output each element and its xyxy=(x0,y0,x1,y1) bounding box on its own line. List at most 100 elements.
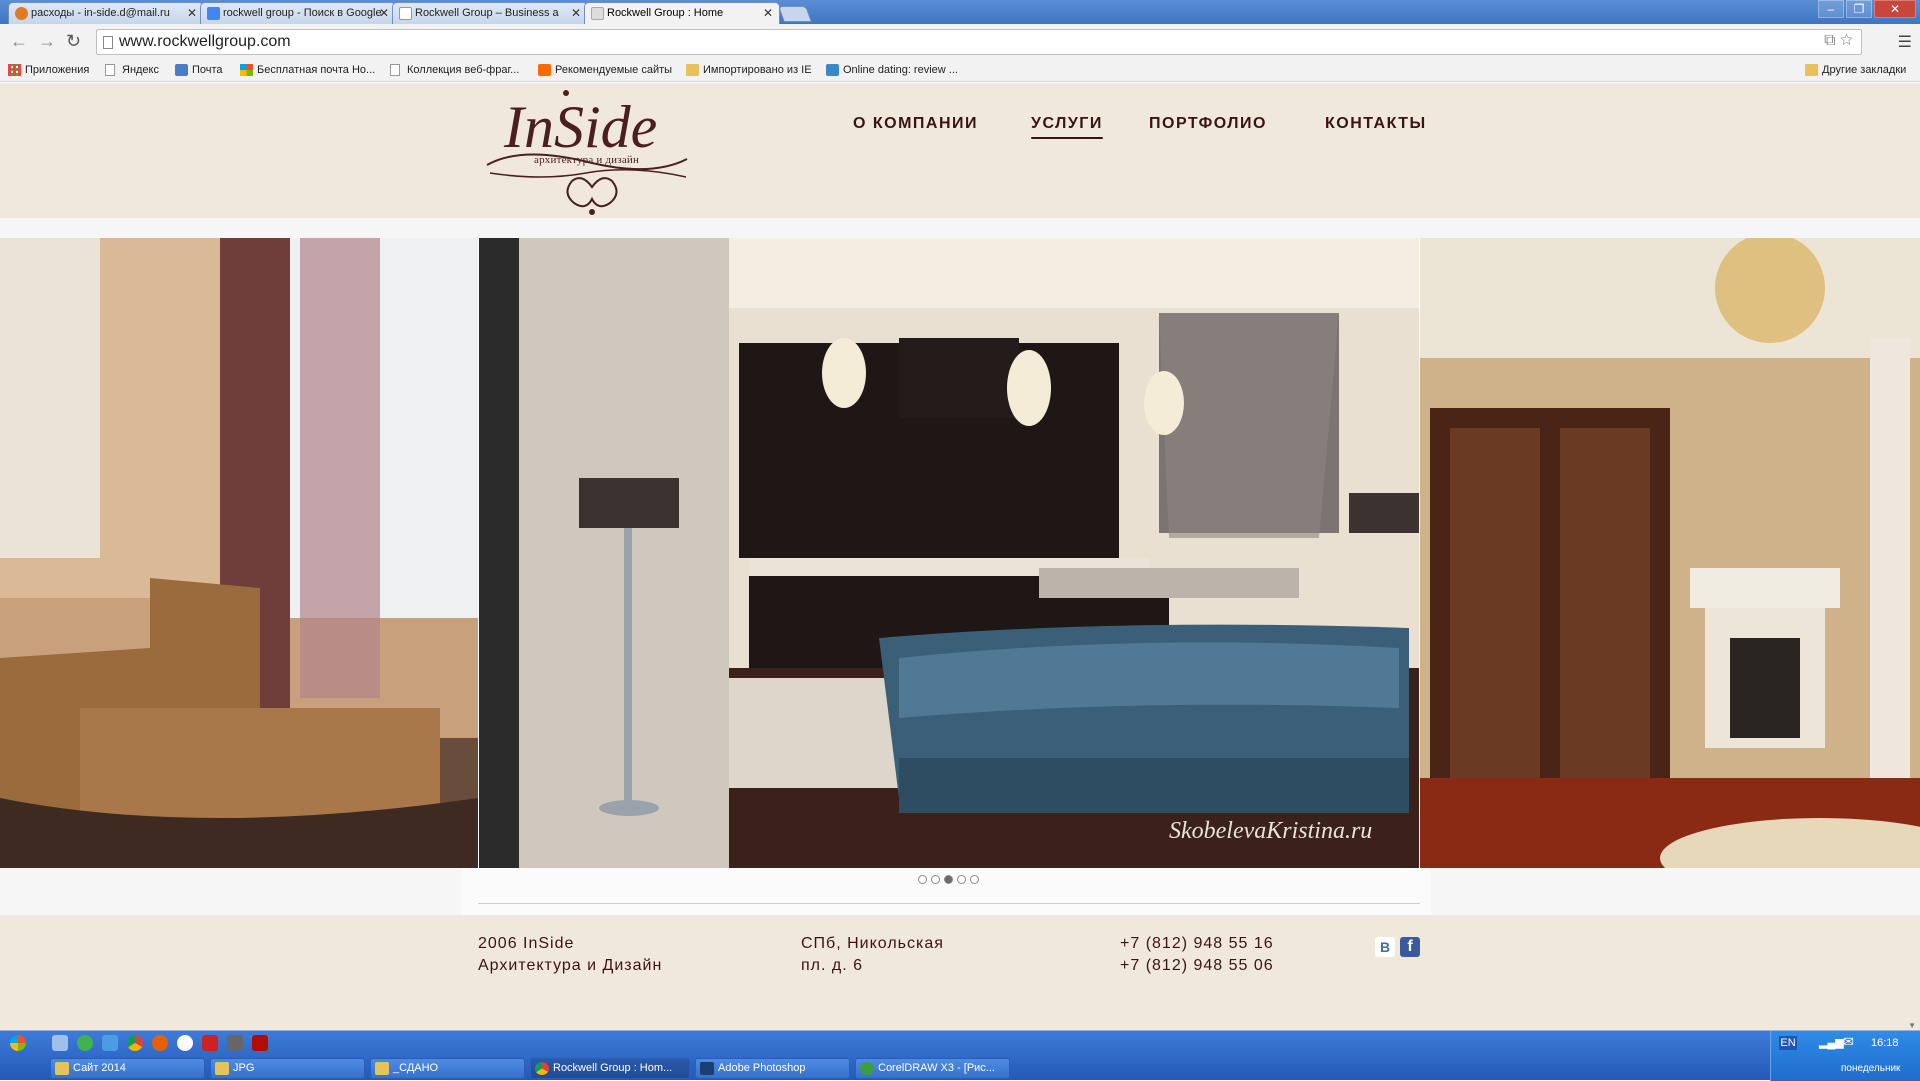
browser-toolbar: ← → ↻ www.rockwellgroup.com ⧉ ☆ ☰ xyxy=(0,24,1920,60)
close-tab-icon[interactable]: ✕ xyxy=(187,6,197,20)
nav-contacts[interactable]: КОНТАКТЫ xyxy=(1325,115,1427,133)
tab-rockwell-home[interactable]: Rockwell Group : Home ✕ xyxy=(584,2,780,24)
taskbar-window-site-2014[interactable]: Сайт 2014 xyxy=(50,1058,205,1079)
tab-google[interactable]: rockwell group - Поиск в Google ✕ xyxy=(200,2,396,24)
bookmark-label: Приложения xyxy=(25,64,90,76)
website-viewport: InSide архитектура и дизайн О КОМПАНИИ У… xyxy=(0,83,1920,1030)
image-slider[interactable]: SkobelevaKristina.ru xyxy=(0,238,1920,868)
chrome-icon[interactable] xyxy=(127,1035,143,1051)
taskbar-window-jpg[interactable]: JPG xyxy=(210,1058,365,1079)
bookmark-label: Почта xyxy=(192,64,223,76)
slider-dot-4[interactable] xyxy=(957,875,966,884)
mail-icon xyxy=(175,64,188,76)
bookmark-yandex[interactable]: Яндекс xyxy=(105,64,159,76)
show-desktop-icon[interactable] xyxy=(52,1035,68,1051)
bookmark-online-dating[interactable]: Online dating: review ... xyxy=(826,64,958,76)
tab-title: Rockwell Group : Home xyxy=(607,7,724,19)
other-bookmarks[interactable]: Другие закладки xyxy=(1805,64,1906,76)
yandex-icon[interactable] xyxy=(202,1035,218,1051)
taskbar-label: Rockwell Group : Hom... xyxy=(553,1062,673,1074)
tab-mail[interactable]: расходы - in-side.d@mail.ru ✕ xyxy=(8,2,204,24)
bookmark-label: Рекомендуемые сайты xyxy=(555,64,673,76)
translate-and-star-icons[interactable]: ⧉ ☆ xyxy=(1824,32,1853,50)
tab-rockwell-business[interactable]: Rockwell Group – Business a ✕ xyxy=(392,2,588,24)
clock-time[interactable]: 16:18 xyxy=(1871,1037,1899,1049)
close-window-icon[interactable]: ✕ xyxy=(1874,0,1916,18)
language-indicator[interactable]: EN xyxy=(1779,1036,1797,1050)
footer-address: СПб, Никольская пл. д. 6 xyxy=(801,933,944,977)
page-favicon-icon xyxy=(591,7,604,20)
scroll-down-icon[interactable]: ▼ xyxy=(1908,1021,1916,1030)
slider-dot-2[interactable] xyxy=(931,875,940,884)
mail-favicon-icon xyxy=(15,7,28,20)
tab-strip: расходы - in-side.d@mail.ru ✕ rockwell g… xyxy=(0,0,1920,24)
slider-dot-3[interactable] xyxy=(944,875,953,884)
logo-title: InSide xyxy=(503,94,657,160)
logo-ornament-icon: InSide xyxy=(486,90,688,215)
slide-next-image xyxy=(1420,238,1920,868)
h-icon xyxy=(826,64,839,76)
close-tab-icon[interactable]: ✕ xyxy=(379,6,389,20)
browser-app-icon[interactable] xyxy=(177,1035,193,1051)
footer-company-line2: Архитектура и Дизайн xyxy=(478,957,663,974)
folder-icon xyxy=(55,1062,69,1075)
vkontakte-icon[interactable]: В xyxy=(1375,937,1395,957)
taskbar-window-chrome[interactable]: Rockwell Group : Hom... xyxy=(530,1058,690,1079)
page-favicon-icon xyxy=(399,7,412,20)
footer-company: 2006 InSide Архитектура и Дизайн xyxy=(478,933,662,977)
taskbar-window-photoshop[interactable]: Adobe Photoshop xyxy=(695,1058,850,1079)
page-icon xyxy=(390,64,400,76)
address-text: www.rockwellgroup.com xyxy=(119,33,291,50)
system-tray: EN ▂▄▆ ✉ 16:18 понедельник xyxy=(1770,1031,1920,1081)
living-room-picture xyxy=(0,238,478,868)
taskbar-window-sdano[interactable]: _СДАНО xyxy=(370,1058,525,1079)
folder-icon xyxy=(1805,64,1818,76)
slide-current-image: SkobelevaKristina.ru xyxy=(478,238,1420,868)
slider-pagination xyxy=(918,875,979,884)
minimize-icon[interactable]: – xyxy=(1818,0,1844,18)
start-icon[interactable] xyxy=(10,1035,26,1051)
nav-about[interactable]: О КОМПАНИИ xyxy=(853,115,978,133)
nav-portfolio[interactable]: ПОРТФОЛИО xyxy=(1149,115,1267,133)
bookmark-recommended[interactable]: Рекомендуемые сайты xyxy=(538,64,672,76)
app-launcher-icon[interactable] xyxy=(77,1035,93,1051)
window-controls: – ❐ ✕ xyxy=(1818,0,1916,18)
bookmark-apps[interactable]: Приложения xyxy=(8,64,89,76)
folder-icon xyxy=(686,64,699,76)
close-tab-icon[interactable]: ✕ xyxy=(763,6,773,20)
network-app-icon[interactable] xyxy=(102,1035,118,1051)
nav-services[interactable]: УСЛУГИ xyxy=(1031,115,1103,139)
site-logo[interactable]: InSide архитектура и дизайн xyxy=(482,85,697,217)
facebook-icon[interactable]: f xyxy=(1400,937,1420,957)
page-icon xyxy=(103,36,113,49)
close-tab-icon[interactable]: ✕ xyxy=(571,6,581,20)
footer-address-line2: пл. д. 6 xyxy=(801,957,864,974)
acrobat-icon[interactable] xyxy=(252,1035,268,1051)
slider-dot-1[interactable] xyxy=(918,875,927,884)
address-bar[interactable]: www.rockwellgroup.com ⧉ ☆ xyxy=(96,29,1862,55)
kitchen-living-picture: SkobelevaKristina.ru xyxy=(479,238,1419,868)
bookmark-web-slices[interactable]: Коллекция веб-фраг... xyxy=(390,64,519,76)
taskbar-label: Сайт 2014 xyxy=(73,1062,126,1074)
bookmark-imported-ie[interactable]: Импортировано из IE xyxy=(686,64,812,76)
recommended-icon xyxy=(538,64,551,76)
menu-icon[interactable]: ☰ xyxy=(1898,32,1912,52)
tab-title: Rockwell Group – Business a xyxy=(415,7,559,19)
forward-arrow-icon[interactable]: → xyxy=(38,31,56,52)
slider-dot-5[interactable] xyxy=(970,875,979,884)
mail-tray-icon[interactable]: ✉ xyxy=(1843,1034,1854,1050)
network-signal-icon[interactable]: ▂▄▆ xyxy=(1819,1036,1844,1049)
pdf-tool-icon[interactable] xyxy=(227,1035,243,1051)
new-tab-button[interactable] xyxy=(778,6,812,22)
bookmark-label: Другие закладки xyxy=(1822,64,1907,76)
reload-icon[interactable]: ↻ xyxy=(66,31,81,52)
restore-icon[interactable]: ❐ xyxy=(1846,0,1872,18)
footer-phones: +7 (812) 948 55 16 +7 (812) 948 55 06 xyxy=(1120,933,1274,977)
firefox-icon[interactable] xyxy=(152,1035,168,1051)
back-arrow-icon[interactable]: ← xyxy=(10,31,28,52)
bookmark-free-mail[interactable]: Бесплатная почта Ho... xyxy=(240,64,375,76)
bookmark-mail[interactable]: Почта xyxy=(175,64,223,76)
taskbar-window-coreldraw[interactable]: CorelDRAW X3 - [Рис... xyxy=(855,1058,1010,1079)
tab-title: расходы - in-side.d@mail.ru xyxy=(31,7,170,19)
fireplace-room-picture xyxy=(1420,238,1920,868)
